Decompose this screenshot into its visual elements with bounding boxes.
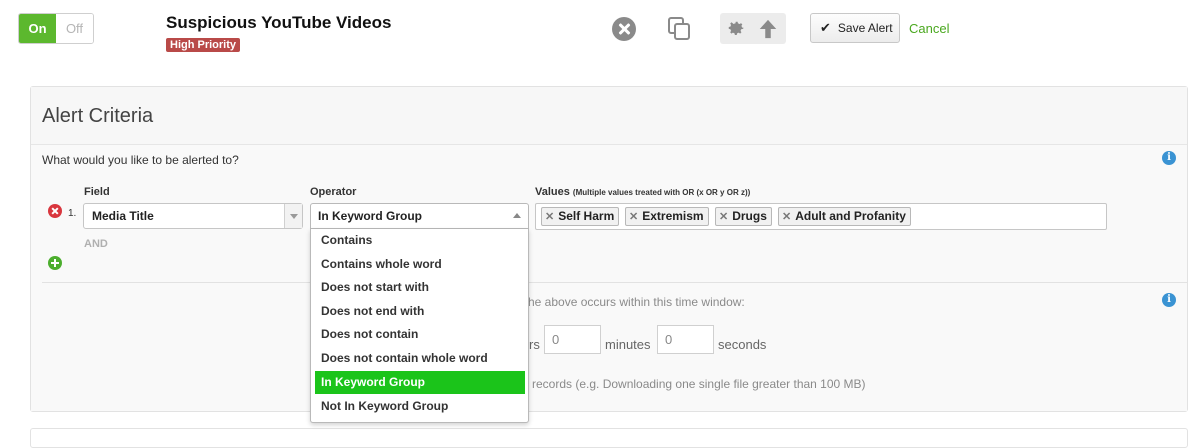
hours-label: rs	[529, 337, 540, 352]
operator-option[interactable]: Does not end with	[315, 300, 525, 323]
time-window-text: he above occurs within this time window:	[528, 295, 745, 309]
chevron-down-icon[interactable]	[284, 204, 302, 228]
seconds-label: seconds	[718, 337, 767, 352]
toggle-off[interactable]: Off	[56, 14, 93, 43]
save-alert-label: Save Alert	[837, 21, 893, 35]
value-tag[interactable]: ✕ Self Harm	[541, 207, 620, 226]
criteria-body	[31, 145, 1187, 411]
operator-select[interactable]: In Keyword Group	[310, 203, 529, 229]
next-panel	[30, 428, 1188, 448]
close-circle-icon[interactable]	[612, 17, 636, 41]
value-tag[interactable]: ✕ Drugs	[715, 207, 772, 226]
tag-remove-icon[interactable]: ✕	[782, 211, 791, 223]
tag-remove-icon[interactable]: ✕	[719, 211, 728, 223]
alert-title: Suspicious YouTube Videos	[166, 13, 392, 32]
gear-icon[interactable]	[725, 18, 746, 39]
values-hint: (Multiple values treated with OR (x OR y…	[572, 188, 751, 197]
alert-criteria-panel: Alert Criteria What would you like to be…	[30, 86, 1188, 412]
cancel-link[interactable]: Cancel	[909, 21, 949, 36]
values-input[interactable]: ✕ Self Harm ✕ Extremism ✕ Drugs ✕ Adult and …	[535, 203, 1107, 230]
operator-option[interactable]: Not In Keyword Group	[315, 395, 525, 418]
value-tag[interactable]: ✕ Adult and Profanity	[778, 207, 911, 226]
minutes-label: minutes	[605, 337, 651, 352]
add-icon[interactable]	[48, 256, 62, 270]
toggle-on[interactable]: On	[19, 14, 56, 43]
row-number: 1.	[68, 208, 77, 219]
value-tag-label: Adult and Profanity	[795, 209, 906, 223]
check-icon: ✔	[820, 20, 831, 35]
tag-remove-icon[interactable]: ✕	[629, 211, 638, 223]
records-text: records (e.g. Downloading one single fil…	[532, 377, 866, 391]
panel-title: Alert Criteria	[42, 105, 154, 127]
remove-icon[interactable]	[48, 204, 62, 218]
operator-option-selected[interactable]: In Keyword Group	[315, 371, 525, 394]
icon-button-group	[720, 13, 786, 44]
operator-option[interactable]: Does not contain whole word	[315, 347, 525, 370]
operator-select-value: In Keyword Group	[318, 209, 423, 223]
values-label-text: Values	[535, 186, 570, 198]
operator-option[interactable]: Does not start with	[315, 276, 525, 299]
priority-badge: High Priority	[166, 38, 241, 52]
field-select[interactable]: Media Title	[83, 203, 303, 229]
seconds-input[interactable]: 0	[657, 325, 714, 354]
operator-label: Operator	[310, 186, 357, 198]
on-off-toggle[interactable]: On Off	[18, 13, 94, 44]
tag-remove-icon[interactable]: ✕	[545, 211, 554, 223]
value-tag-label: Self Harm	[558, 209, 615, 223]
field-select-value: Media Title	[92, 209, 154, 223]
copy-icon[interactable]	[668, 17, 692, 41]
criteria-question: What would you like to be alerted to?	[42, 153, 239, 167]
divider	[42, 282, 1188, 283]
value-tag-label: Drugs	[732, 209, 767, 223]
operator-dropdown: Contains Contains whole word Does not st…	[310, 229, 529, 423]
info-icon[interactable]: i	[1162, 151, 1176, 165]
value-tag[interactable]: ✕ Extremism	[625, 207, 709, 226]
operator-option[interactable]: Contains	[315, 229, 525, 252]
operator-option[interactable]: Contains whole word	[315, 253, 525, 276]
field-label: Field	[84, 186, 110, 198]
minutes-input[interactable]: 0	[544, 325, 601, 354]
and-connector: AND	[84, 238, 108, 250]
panel-header: Alert Criteria	[31, 87, 1187, 145]
arrow-up-icon[interactable]	[757, 18, 779, 40]
operator-option[interactable]: Does not contain	[315, 323, 525, 346]
value-tag-label: Extremism	[642, 209, 704, 223]
info-icon[interactable]: i	[1162, 293, 1176, 307]
chevron-up-icon[interactable]	[513, 213, 521, 218]
save-alert-button[interactable]: ✔ Save Alert	[810, 13, 900, 43]
values-label: Values (Multiple values treated with OR …	[535, 186, 750, 198]
